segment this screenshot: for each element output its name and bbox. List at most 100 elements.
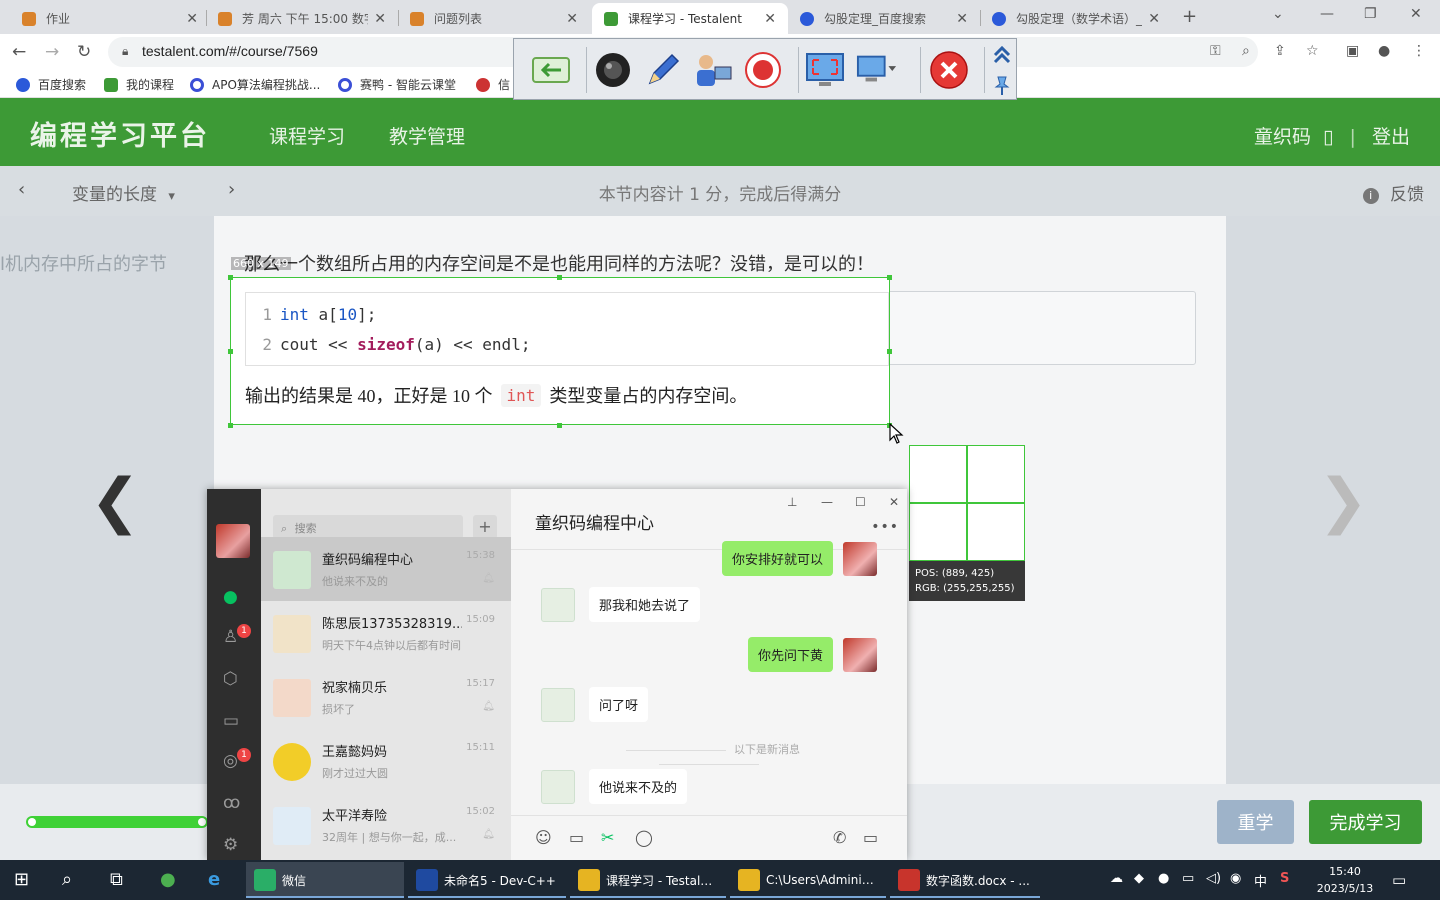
windows-start-icon[interactable]: ⊞ bbox=[14, 869, 29, 890]
message-bubble-incoming[interactable]: 他说来不及的 bbox=[589, 769, 688, 804]
recorder-pen-icon[interactable] bbox=[642, 49, 684, 91]
conversation-item[interactable]: 祝家楠贝乐 15:17 损坏了 🔔︎ bbox=[261, 665, 511, 729]
selection-handle-s[interactable] bbox=[557, 423, 562, 428]
tab-close-icon[interactable]: ✕ bbox=[374, 11, 386, 27]
message-bubble-outgoing[interactable]: 你安排好就可以 bbox=[721, 541, 833, 576]
nav-course-learning[interactable]: 课程学习 bbox=[269, 122, 345, 149]
feedback-button[interactable]: i 反馈 bbox=[1362, 180, 1424, 205]
minimize-icon[interactable]: — bbox=[1320, 6, 1334, 22]
moments-icon[interactable]: ◎ bbox=[223, 751, 238, 771]
finish-learning-button[interactable]: 完成学习 bbox=[1309, 800, 1422, 844]
contact-avatar[interactable] bbox=[541, 769, 575, 804]
next-page-arrow-icon[interactable]: ❯ bbox=[1318, 466, 1368, 536]
tab-close-icon[interactable]: ✕ bbox=[186, 11, 198, 27]
recorder-camera-icon[interactable] bbox=[592, 49, 634, 91]
recorder-exit-icon[interactable] bbox=[530, 49, 572, 91]
conversation-item[interactable]: 童织码编程中心 15:38 他说来不及的 🔔︎ bbox=[261, 537, 511, 601]
share-icon[interactable]: ⇪ bbox=[1274, 43, 1286, 59]
forward-arrow-icon[interactable]: → bbox=[45, 42, 59, 62]
taskbar-app[interactable]: 课程学习 - Testale... bbox=[570, 862, 726, 898]
wechat-my-avatar[interactable] bbox=[216, 524, 250, 558]
taskbar-search-icon[interactable]: ⌕ bbox=[62, 869, 72, 890]
360-browser-icon[interactable]: ● bbox=[160, 869, 176, 890]
task-view-icon[interactable]: ⧉ bbox=[110, 869, 123, 890]
tab-search-chevron-icon[interactable]: ⌄ bbox=[1272, 6, 1284, 22]
browser-tab-3[interactable]: 问题列表 ✕ bbox=[398, 3, 590, 34]
emoji-icon[interactable]: ☺ bbox=[535, 828, 552, 847]
browser-tab-5[interactable]: 勾股定理_百度搜索 ✕ bbox=[788, 3, 980, 34]
wechat-search-input[interactable]: ⌕ 搜索 bbox=[273, 515, 463, 539]
close-window-icon[interactable]: ✕ bbox=[1410, 6, 1422, 22]
key-icon[interactable]: ⚿ bbox=[1210, 43, 1221, 59]
recorder-record-icon[interactable] bbox=[742, 49, 784, 91]
zoom-icon[interactable]: ⌕ bbox=[1242, 43, 1250, 59]
bookmark-saiya[interactable]: 赛鸭 - 智能云课堂 bbox=[338, 76, 456, 93]
message-bubble-incoming[interactable]: 问了呀 bbox=[589, 687, 649, 722]
tray-pet-icon[interactable]: ◉ bbox=[1230, 871, 1241, 886]
conversation-item[interactable]: 王嘉懿妈妈 15:11 刚才过过大圆 bbox=[261, 729, 511, 793]
side-panel-icon[interactable]: ▣ bbox=[1346, 43, 1359, 59]
chat-history-icon[interactable]: ◯ bbox=[635, 828, 653, 847]
capture-selection-region[interactable]: 1 int a[10]; 2 cout << sizeof (a) << endl; 输… bbox=[230, 277, 890, 425]
user-badge-icon[interactable]: ▯ bbox=[1323, 126, 1333, 148]
wechat-add-button[interactable]: + bbox=[473, 515, 497, 539]
file-folder-icon[interactable]: ▭ bbox=[569, 828, 584, 847]
conversation-item[interactable]: 陈思辰13735328319... 15:09 明天下午4点钟以后都有时间 bbox=[261, 601, 511, 665]
relearn-button[interactable]: 重学 bbox=[1217, 800, 1294, 844]
back-arrow-icon[interactable]: ← bbox=[12, 42, 26, 62]
chat-bubble-icon[interactable]: ● bbox=[223, 587, 238, 607]
prev-page-arrow-icon[interactable]: ❮ bbox=[90, 466, 140, 536]
message-bubble-outgoing[interactable]: 你先问下黄 bbox=[747, 637, 833, 672]
favorites-cube-icon[interactable]: ⬡ bbox=[223, 669, 238, 689]
settings-gear-icon[interactable]: ⚙ bbox=[223, 835, 238, 855]
bookmark-apo[interactable]: APO算法编程挑战... bbox=[190, 76, 320, 93]
message-bubble-incoming[interactable]: 那我和她去说了 bbox=[589, 587, 701, 622]
selection-handle-e[interactable] bbox=[887, 349, 892, 354]
recorder-fullscreen-icon[interactable] bbox=[804, 49, 846, 91]
taskbar-clock[interactable]: 15:40 2023/5/13 bbox=[1310, 863, 1380, 897]
sogou-ime-icon[interactable]: S bbox=[1280, 871, 1289, 886]
contact-avatar[interactable] bbox=[541, 687, 575, 722]
selection-handle-ne[interactable] bbox=[887, 275, 892, 280]
tab-close-icon[interactable]: ✕ bbox=[1148, 11, 1160, 27]
tray-wechat-icon[interactable]: ● bbox=[1158, 871, 1169, 886]
volume-icon[interactable]: ◁) bbox=[1206, 871, 1221, 886]
selection-handle-n[interactable] bbox=[557, 275, 562, 280]
recorder-monitor-select-icon[interactable] bbox=[856, 49, 898, 91]
taskbar-app[interactable]: C:\Users\Adminis... bbox=[730, 862, 886, 898]
my-avatar[interactable] bbox=[843, 541, 877, 576]
contact-avatar[interactable] bbox=[541, 587, 575, 622]
recorder-close-icon[interactable] bbox=[928, 49, 970, 91]
reload-icon[interactable]: ↻ bbox=[77, 42, 91, 62]
url-text[interactable]: testalent.com/#/course/7569 bbox=[142, 43, 318, 59]
conversation-item[interactable]: 太平洋寿险 15:02 32周年 | 想与你一起，成... 🔔︎ bbox=[261, 793, 511, 857]
logout-link[interactable]: 登出 bbox=[1372, 126, 1410, 148]
profile-avatar-icon[interactable]: ● bbox=[1378, 43, 1390, 59]
bookmark-my-courses[interactable]: 我的课程 bbox=[104, 76, 174, 93]
new-tab-plus-icon[interactable]: + bbox=[1182, 6, 1197, 27]
browser-tab-4-active[interactable]: 课程学习 - Testalent ✕ bbox=[592, 3, 788, 34]
browser-menu-icon[interactable]: ⋮ bbox=[1412, 43, 1426, 59]
chat-more-icon[interactable]: ••• bbox=[871, 519, 899, 535]
restore-icon[interactable]: ❐ bbox=[1364, 6, 1377, 22]
onedrive-cloud-icon[interactable]: ☁ bbox=[1110, 871, 1123, 886]
username-link[interactable]: 童织码 bbox=[1254, 126, 1311, 148]
taskbar-app[interactable]: 微信 bbox=[246, 862, 404, 898]
tab-close-icon[interactable]: ✕ bbox=[566, 11, 578, 27]
wechat-maximize-icon[interactable]: ☐ bbox=[855, 495, 866, 509]
selection-handle-sw[interactable] bbox=[228, 423, 233, 428]
site-logo[interactable]: 编程学习平台 bbox=[30, 114, 210, 153]
action-center-icon[interactable]: ▭ bbox=[1392, 871, 1406, 889]
tray-app-icon[interactable]: ◆ bbox=[1134, 871, 1144, 886]
recorder-pin-icon[interactable] bbox=[990, 73, 1014, 97]
taskbar-app[interactable]: 未命名5 - Dev-C++ bbox=[408, 862, 566, 898]
ime-language[interactable]: 中 bbox=[1254, 871, 1267, 890]
miniprogram-icon[interactable]: ꝏ bbox=[223, 793, 240, 813]
contacts-icon[interactable]: ♙ bbox=[223, 627, 238, 647]
browser-tab-2[interactable]: 芳 周六 下午 15:00 数字 ✕ bbox=[206, 3, 398, 34]
recorder-presenter-icon[interactable] bbox=[692, 49, 734, 91]
folder-icon[interactable]: ▭ bbox=[223, 711, 239, 731]
network-icon[interactable]: ▭ bbox=[1182, 871, 1194, 886]
wechat-minimize-icon[interactable]: — bbox=[821, 495, 833, 509]
wechat-close-icon[interactable]: ✕ bbox=[889, 495, 899, 509]
